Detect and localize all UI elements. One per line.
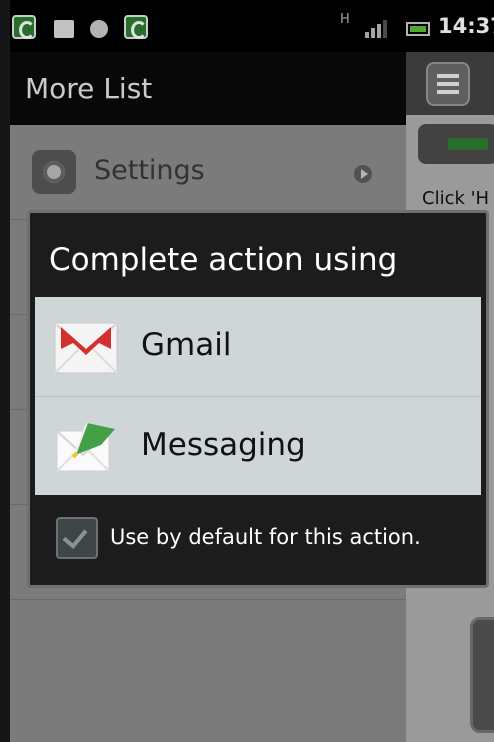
messaging-icon: [56, 422, 115, 472]
option-label: Messaging: [141, 427, 306, 463]
dialog-footer: Use by default for this action.: [30, 495, 486, 585]
gmail-icon: [54, 322, 118, 374]
phone-screen: H 14:37 More List Settings: [0, 0, 494, 742]
dialog-title: Complete action using: [49, 242, 398, 278]
use-default-checkbox[interactable]: [56, 517, 98, 559]
use-default-label[interactable]: Use by default for this action.: [110, 525, 421, 549]
option-label: Gmail: [141, 327, 232, 363]
option-gmail[interactable]: Gmail: [35, 297, 481, 396]
option-messaging[interactable]: Messaging: [35, 396, 481, 495]
complete-action-dialog: Complete action using Gmail Messaging Us…: [27, 210, 489, 588]
app-chooser-list: Gmail Messaging: [35, 297, 481, 495]
